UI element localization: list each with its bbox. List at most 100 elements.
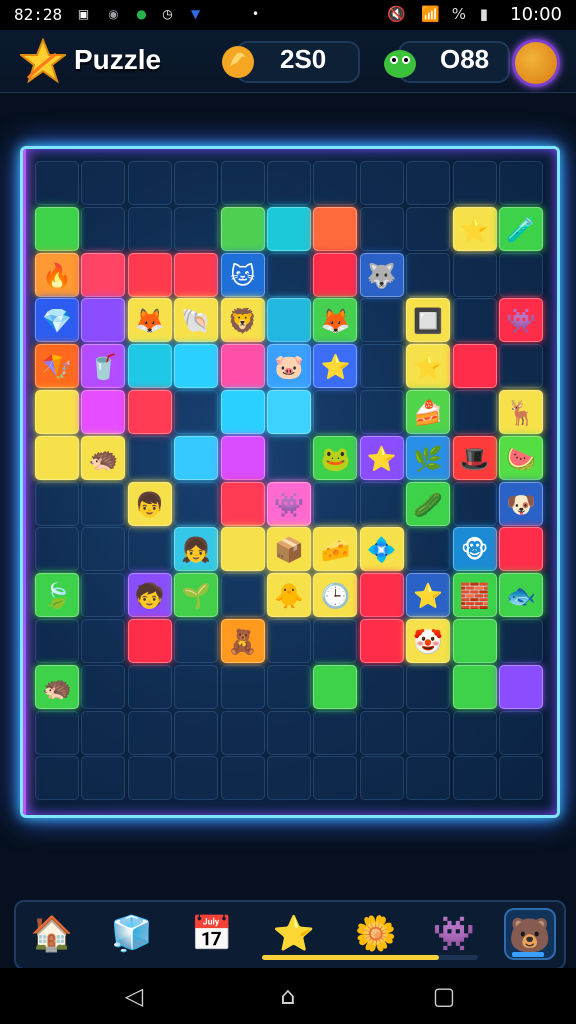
empty-slot[interactable] [127, 527, 172, 572]
puzzle-piece[interactable] [267, 206, 311, 251]
empty-slot[interactable] [359, 206, 404, 251]
empty-slot[interactable] [313, 481, 358, 526]
empty-slot[interactable] [359, 664, 404, 709]
puzzle-piece[interactable]: 🔥 [35, 252, 79, 297]
puzzle-piece[interactable] [452, 344, 497, 389]
puzzle-piece[interactable] [81, 252, 126, 297]
puzzle-piece[interactable]: 🐥 [267, 573, 311, 618]
puzzle-piece[interactable]: 💎 [35, 298, 79, 343]
empty-slot[interactable] [127, 664, 172, 709]
empty-slot[interactable] [174, 756, 219, 801]
empty-slot[interactable] [499, 344, 543, 389]
empty-slot[interactable] [499, 619, 543, 663]
empty-slot[interactable] [174, 161, 219, 205]
puzzle-piece[interactable]: 💠 [359, 527, 404, 572]
blue-block-icon[interactable]: 🧊 [106, 908, 158, 960]
puzzle-piece[interactable]: 🧱 [452, 573, 497, 618]
empty-slot[interactable] [220, 664, 265, 709]
empty-slot[interactable] [220, 710, 265, 755]
home-icon[interactable]: 🏠 [26, 908, 78, 960]
empty-slot[interactable] [174, 481, 219, 526]
empty-slot[interactable] [127, 161, 172, 205]
puzzle-piece[interactable]: 🧸 [220, 619, 265, 663]
empty-slot[interactable] [359, 481, 404, 526]
empty-slot[interactable] [267, 435, 311, 480]
puzzle-piece[interactable]: 🦊 [127, 298, 172, 343]
empty-slot[interactable] [313, 756, 358, 801]
puzzle-piece[interactable] [220, 527, 265, 572]
empty-slot[interactable] [452, 298, 497, 343]
empty-slot[interactable] [499, 710, 543, 755]
empty-slot[interactable] [406, 252, 451, 297]
puzzle-piece[interactable]: 🥤 [81, 344, 126, 389]
empty-slot[interactable] [35, 161, 79, 205]
puzzle-piece[interactable] [267, 390, 311, 434]
puzzle-piece[interactable] [174, 435, 219, 480]
empty-slot[interactable] [452, 710, 497, 755]
puzzle-piece[interactable]: 🦔 [81, 435, 126, 480]
puzzle-piece[interactable]: 🌱 [174, 573, 219, 618]
puzzle-piece[interactable]: 🎩 [452, 435, 497, 480]
puzzle-piece[interactable]: 🍉 [499, 435, 543, 480]
puzzle-piece[interactable] [452, 619, 497, 663]
calendar-icon[interactable]: 📅 [186, 908, 238, 960]
empty-slot[interactable] [359, 710, 404, 755]
empty-slot[interactable] [313, 390, 358, 434]
puzzle-piece[interactable]: 🥒 [406, 481, 451, 526]
empty-slot[interactable] [406, 756, 451, 801]
recents-icon[interactable]: ▢ [430, 982, 458, 1010]
puzzle-piece[interactable]: 🕒 [313, 573, 358, 618]
puzzle-piece[interactable]: 🦊 [313, 298, 358, 343]
puzzle-piece[interactable] [499, 527, 543, 572]
empty-slot[interactable] [81, 664, 126, 709]
empty-slot[interactable] [127, 710, 172, 755]
empty-slot[interactable] [174, 664, 219, 709]
empty-slot[interactable] [267, 664, 311, 709]
puzzle-piece[interactable]: 🌿 [406, 435, 451, 480]
empty-slot[interactable] [406, 710, 451, 755]
puzzle-piece[interactable] [174, 252, 219, 297]
puzzle-piece[interactable] [35, 390, 79, 434]
empty-slot[interactable] [81, 206, 126, 251]
puzzle-piece[interactable] [499, 664, 543, 709]
puzzle-piece[interactable] [35, 206, 79, 251]
puzzle-piece[interactable]: 👦 [127, 481, 172, 526]
empty-slot[interactable] [313, 619, 358, 663]
puzzle-piece[interactable]: ⭐ [452, 206, 497, 251]
puzzle-piece[interactable] [359, 619, 404, 663]
puzzle-piece[interactable]: 🍰 [406, 390, 451, 434]
empty-slot[interactable] [499, 756, 543, 801]
home-system-icon[interactable]: ⌂ [274, 982, 302, 1010]
empty-slot[interactable] [81, 756, 126, 801]
empty-slot[interactable] [81, 481, 126, 526]
empty-slot[interactable] [35, 710, 79, 755]
empty-slot[interactable] [35, 527, 79, 572]
empty-slot[interactable] [174, 619, 219, 663]
empty-slot[interactable] [452, 161, 497, 205]
puzzle-piece[interactable] [220, 344, 265, 389]
puzzle-piece[interactable] [220, 481, 265, 526]
star-character-icon[interactable]: ⭐ [268, 908, 320, 960]
puzzle-piece[interactable] [220, 390, 265, 434]
empty-slot[interactable] [81, 619, 126, 663]
puzzle-piece[interactable] [127, 390, 172, 434]
empty-slot[interactable] [220, 573, 265, 618]
empty-slot[interactable] [267, 161, 311, 205]
empty-slot[interactable] [267, 710, 311, 755]
empty-slot[interactable] [127, 756, 172, 801]
back-icon[interactable]: ◁ [120, 982, 148, 1010]
puzzle-piece[interactable]: 🔲 [406, 298, 451, 343]
empty-slot[interactable] [359, 344, 404, 389]
puzzle-piece[interactable] [81, 390, 126, 434]
puzzle-piece[interactable] [127, 619, 172, 663]
puzzle-piece[interactable]: 👾 [267, 481, 311, 526]
empty-slot[interactable] [267, 252, 311, 297]
puzzle-piece[interactable] [81, 298, 126, 343]
puzzle-piece[interactable]: 🐱 [220, 252, 265, 297]
empty-slot[interactable] [81, 573, 126, 618]
empty-slot[interactable] [127, 206, 172, 251]
puzzle-piece[interactable]: 🤡 [406, 619, 451, 663]
empty-slot[interactable] [220, 161, 265, 205]
puzzle-piece[interactable]: 🪁 [35, 344, 79, 389]
empty-slot[interactable] [174, 390, 219, 434]
